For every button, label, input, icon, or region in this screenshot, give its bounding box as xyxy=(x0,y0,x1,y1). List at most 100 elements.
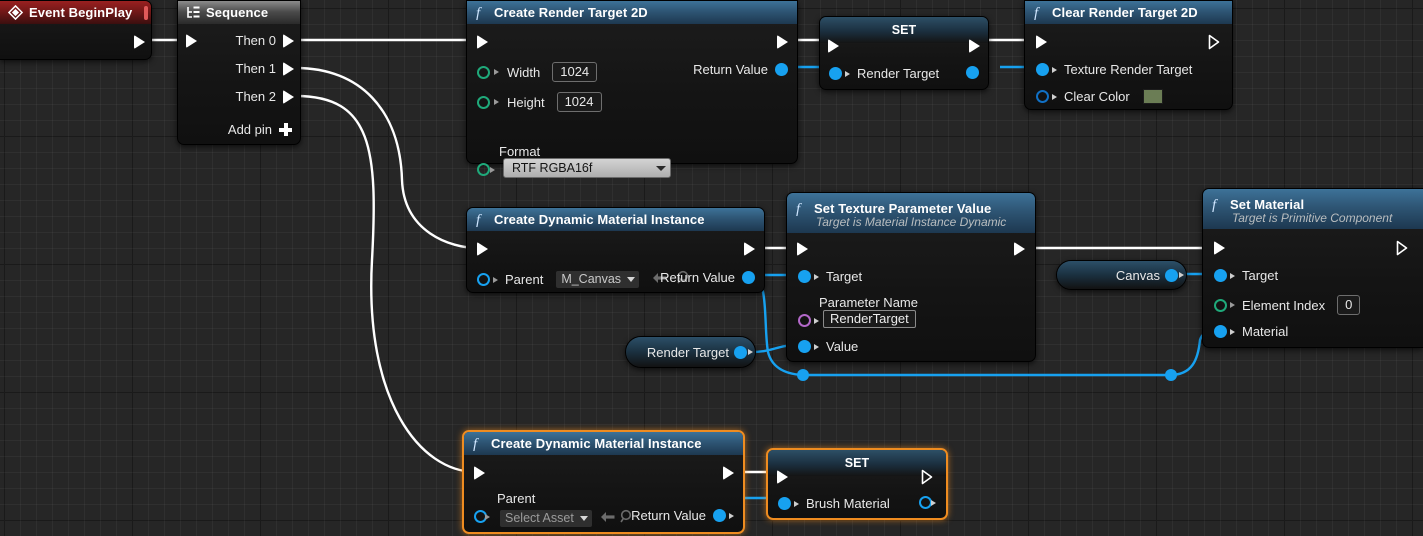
input-pin-material[interactable] xyxy=(1214,325,1227,338)
output-pin-return-value[interactable] xyxy=(742,271,755,284)
pin-row-parent[interactable]: Parent M_Canvas xyxy=(477,270,691,289)
output-pin-render-target[interactable] xyxy=(966,66,979,79)
pin-row-return-value[interactable]: Return Value xyxy=(631,508,734,523)
exec-out-pin[interactable] xyxy=(723,466,734,480)
pin-row-then-0[interactable]: Then 0 xyxy=(236,33,294,48)
pin-row-then-1[interactable]: Then 1 xyxy=(236,61,294,76)
exec-out-pin[interactable] xyxy=(744,242,755,256)
pin-row-output-value[interactable] xyxy=(966,66,979,79)
node-create-dynamic-material-instance-1[interactable]: f Create Dynamic Material Instance Paren… xyxy=(466,207,765,293)
pin-row-exec-in[interactable] xyxy=(1214,241,1225,255)
node-event-begin-play[interactable]: Event BeginPlay xyxy=(0,0,152,60)
exec-in-pin[interactable] xyxy=(186,34,197,48)
pin-row-exec-out[interactable] xyxy=(921,469,934,485)
pin-row-exec-out[interactable] xyxy=(1396,240,1409,256)
exec-out-pin[interactable] xyxy=(921,469,934,485)
exec-out-pin[interactable] xyxy=(1208,34,1221,50)
input-pin-texture-render-target[interactable] xyxy=(1036,63,1049,76)
pin-row-value[interactable]: Value xyxy=(798,339,858,354)
chevron-down-icon[interactable] xyxy=(627,276,636,282)
input-pin-height[interactable] xyxy=(477,95,490,109)
stop-icon[interactable] xyxy=(144,5,149,20)
pin-row-exec-in[interactable] xyxy=(828,39,839,53)
width-input[interactable]: 1024 xyxy=(552,62,598,82)
chevron-down-icon[interactable] xyxy=(656,165,666,171)
input-pin-element-index[interactable] xyxy=(1214,298,1227,312)
pin-row-material[interactable]: Material xyxy=(1214,324,1288,339)
input-pin-value[interactable] xyxy=(798,340,811,353)
node-canvas-getter[interactable]: Canvas xyxy=(1056,260,1187,290)
pin-row-height[interactable]: Height 1024 xyxy=(477,92,602,112)
parameter-name-input[interactable]: RenderTarget xyxy=(823,310,916,328)
pin-row-output-value[interactable] xyxy=(919,496,936,509)
clear-color-swatch[interactable] xyxy=(1142,89,1163,104)
pin-row-parameter-name[interactable] xyxy=(798,314,819,327)
pin-row-exec-out[interactable] xyxy=(777,35,788,49)
node-set-render-target[interactable]: SET Render Target xyxy=(819,16,989,90)
pin-row-target[interactable]: Target xyxy=(1214,268,1278,283)
exec-in-pin[interactable] xyxy=(777,470,788,484)
pin-row-parent[interactable] xyxy=(474,510,490,523)
pin-row-texture-render-target[interactable]: Texture Render Target xyxy=(1036,62,1192,77)
pin-row-exec-in[interactable] xyxy=(1036,35,1047,49)
exec-out-pin[interactable] xyxy=(1396,240,1409,256)
pin-row-exec-out[interactable] xyxy=(134,35,145,49)
pin-row-render-target[interactable]: Render Target xyxy=(829,66,939,81)
exec-out-pin[interactable] xyxy=(1014,242,1025,256)
pin-row-exec-out[interactable] xyxy=(744,242,755,256)
pin-row-clear-color[interactable]: Clear Color xyxy=(1036,89,1163,104)
input-pin-brush-material[interactable] xyxy=(778,497,791,510)
pin-row-exec-out[interactable] xyxy=(969,39,980,53)
input-pin-parameter-name[interactable] xyxy=(798,314,811,327)
node-create-render-target-2d[interactable]: f Create Render Target 2D Width 1024 Hei… xyxy=(466,0,798,178)
pin-row-exec-out[interactable] xyxy=(723,466,734,480)
input-pin-width[interactable] xyxy=(477,65,490,79)
node-set-brush-material[interactable]: SET Brush Material xyxy=(766,448,948,520)
node-clear-render-target-2d[interactable]: f Clear Render Target 2D Texture Render … xyxy=(1024,0,1233,110)
pin-row-exec-in[interactable] xyxy=(477,35,488,49)
element-index-input[interactable]: 0 xyxy=(1337,295,1361,315)
parent-asset-value[interactable]: Select Asset xyxy=(500,510,592,527)
pin-row-exec-in[interactable] xyxy=(477,242,488,256)
pin-row-then-2[interactable]: Then 2 xyxy=(236,89,294,104)
exec-out-pin-then-2[interactable] xyxy=(283,89,294,104)
pin-row-return-value[interactable]: Return Value xyxy=(660,270,755,285)
output-pin-render-target[interactable] xyxy=(734,346,747,359)
pin-row-exec-in[interactable] xyxy=(797,242,808,256)
input-pin-parent[interactable] xyxy=(477,273,490,286)
input-pin-target[interactable] xyxy=(798,270,811,283)
parent-asset-picker[interactable]: Select Asset xyxy=(500,509,634,528)
exec-out-pin[interactable] xyxy=(969,39,980,53)
pin-row-format[interactable] xyxy=(477,163,495,176)
output-pin-canvas[interactable] xyxy=(1165,269,1178,282)
pin-row-exec-in[interactable] xyxy=(186,34,197,48)
pin-row-target[interactable]: Target xyxy=(798,269,862,284)
exec-in-pin[interactable] xyxy=(797,242,808,256)
input-pin-format[interactable] xyxy=(477,163,490,176)
input-pin-clear-color[interactable] xyxy=(1036,90,1049,103)
format-dropdown[interactable]: RTF RGBA16f xyxy=(503,158,671,178)
pin-row-width[interactable]: Width 1024 xyxy=(477,62,598,82)
exec-in-pin[interactable] xyxy=(474,466,485,480)
exec-out-pin-then-1[interactable] xyxy=(283,61,294,76)
input-pin-render-target[interactable] xyxy=(829,67,842,80)
output-pin-return-value[interactable] xyxy=(713,509,726,522)
node-set-material[interactable]: f Set Material Target is Primitive Compo… xyxy=(1202,188,1423,348)
pin-row-exec-in[interactable] xyxy=(777,470,788,484)
exec-in-pin[interactable] xyxy=(828,39,839,53)
node-render-target-getter[interactable]: Render Target xyxy=(625,336,756,368)
exec-in-pin[interactable] xyxy=(1214,241,1225,255)
blueprint-graph-canvas[interactable]: Event BeginPlay Sequence Then 0 Then 1 T… xyxy=(0,0,1423,536)
pin-row-exec-out[interactable] xyxy=(1208,34,1221,50)
node-set-texture-parameter-value[interactable]: f Set Texture Parameter Value Target is … xyxy=(786,192,1036,362)
exec-out-pin[interactable] xyxy=(777,35,788,49)
plus-icon[interactable] xyxy=(279,123,292,136)
node-create-dynamic-material-instance-2[interactable]: f Create Dynamic Material Instance Paren… xyxy=(462,430,745,534)
exec-in-pin[interactable] xyxy=(477,242,488,256)
exec-in-pin[interactable] xyxy=(477,35,488,49)
add-pin-button[interactable]: Add pin xyxy=(228,122,292,137)
node-sequence[interactable]: Sequence Then 0 Then 1 Then 2 Add pin xyxy=(177,0,301,145)
exec-out-pin[interactable] xyxy=(134,35,145,49)
pin-row-exec-out[interactable] xyxy=(1014,242,1025,256)
pin-row-return-value[interactable]: Return Value xyxy=(693,62,788,77)
